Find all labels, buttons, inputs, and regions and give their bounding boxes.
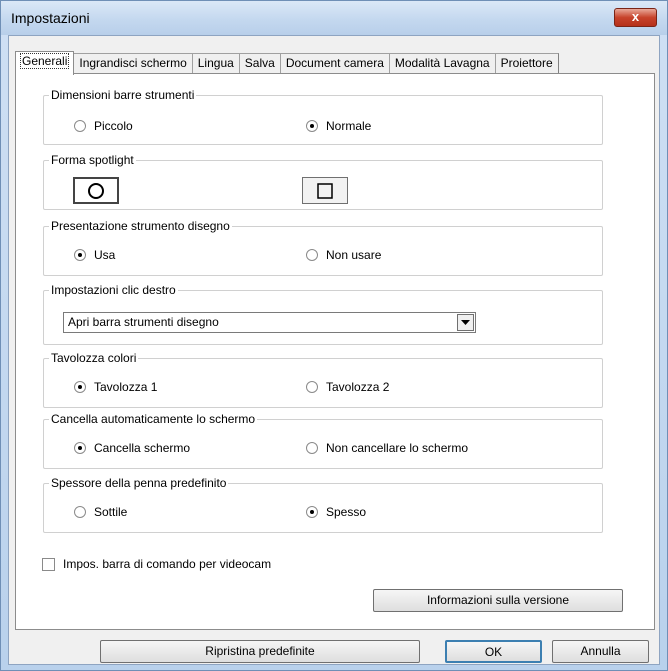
radio-label: Tavolozza 2 (326, 380, 390, 394)
checkbox-box (42, 557, 55, 571)
radio-cancella-schermo[interactable]: Cancella schermo (74, 441, 190, 455)
right-click-group: Impostazioni clic destro Apri barra stru… (43, 283, 603, 345)
settings-dialog: Impostazioni x Generali Ingrandisci sche… (0, 0, 668, 671)
radio-button (74, 120, 86, 132)
tab-document-camera[interactable]: Document camera (279, 53, 390, 74)
tab-ingrandisci-schermo[interactable]: Ingrandisci schermo (73, 53, 193, 74)
radio-label: Piccolo (94, 119, 133, 133)
spotlight-shape-group: Forma spotlight (43, 153, 603, 210)
close-icon: x (631, 9, 640, 24)
radio-button (306, 381, 318, 393)
tab-lingua[interactable]: Lingua (191, 53, 240, 74)
cancel-button[interactable]: Annulla (552, 640, 649, 663)
radio-label: Spesso (326, 505, 367, 519)
radio-label: Non usare (326, 248, 382, 262)
tab-generali[interactable]: Generali (15, 51, 75, 75)
radio-button-selected (74, 381, 86, 393)
radio-label: Normale (326, 119, 372, 133)
group-label: Dimensioni barre strumenti (49, 88, 197, 102)
webcam-toolbar-checkbox[interactable]: Impos. barra di comando per videocam (42, 557, 271, 571)
radio-tavolozza-1[interactable]: Tavolozza 1 (74, 380, 157, 394)
draw-tool-group: Presentazione strumento disegno Usa Non … (43, 219, 603, 276)
toolbar-size-group: Dimensioni barre strumenti Piccolo Norma… (43, 88, 603, 145)
version-info-button[interactable]: Informazioni sulla versione (373, 589, 623, 612)
radio-sottile[interactable]: Sottile (74, 505, 127, 519)
group-label: Forma spotlight (49, 153, 136, 167)
group-label: Tavolozza colori (49, 351, 139, 365)
radio-button-selected (306, 506, 318, 518)
checkbox-label: Impos. barra di comando per videocam (63, 557, 272, 571)
radio-button (306, 442, 318, 454)
radio-button-selected (306, 120, 318, 132)
radio-label: Sottile (94, 505, 128, 519)
group-label: Cancella automaticamente lo schermo (49, 412, 258, 426)
chevron-down-icon[interactable] (457, 314, 474, 331)
group-label: Impostazioni clic destro (49, 283, 178, 297)
spotlight-square-button[interactable] (302, 177, 348, 204)
pen-thickness-group: Spessore della penna predefinito Sottile… (43, 476, 603, 533)
spotlight-circle-button[interactable] (73, 177, 119, 204)
window-title: Impostazioni (11, 10, 90, 26)
radio-spesso[interactable]: Spesso (306, 505, 366, 519)
radio-non-cancellare[interactable]: Non cancellare lo schermo (306, 441, 468, 455)
radio-label: Usa (94, 248, 116, 262)
close-button[interactable]: x (614, 8, 657, 27)
radio-button (306, 249, 318, 261)
tab-modalita-lavagna[interactable]: Modalità Lavagna (388, 53, 496, 74)
dropdown-value: Apri barra strumenti disegno (68, 315, 219, 329)
radio-normale[interactable]: Normale (306, 119, 371, 133)
tab-proiettore[interactable]: Proiettore (494, 53, 559, 74)
circle-icon (88, 182, 104, 199)
radio-label: Cancella schermo (94, 441, 191, 455)
tab-strip: Generali Ingrandisci schermo Lingua Salv… (15, 51, 559, 75)
dialog-body: Generali Ingrandisci schermo Lingua Salv… (8, 35, 660, 665)
right-click-dropdown[interactable]: Apri barra strumenti disegno (63, 312, 476, 333)
radio-button (74, 506, 86, 518)
auto-clear-group: Cancella automaticamente lo schermo Canc… (43, 412, 603, 469)
radio-label: Non cancellare lo schermo (326, 441, 469, 455)
title-bar: Impostazioni x (1, 1, 667, 35)
radio-button-selected (74, 442, 86, 454)
ok-button[interactable]: OK (445, 640, 542, 663)
radio-label: Tavolozza 1 (94, 380, 158, 394)
radio-button-selected (74, 249, 86, 261)
palette-group: Tavolozza colori Tavolozza 1 Tavolozza 2 (43, 351, 603, 408)
group-label: Presentazione strumento disegno (49, 219, 232, 233)
radio-piccolo[interactable]: Piccolo (74, 119, 133, 133)
square-icon (317, 182, 333, 199)
tab-panel-generali: Dimensioni barre strumenti Piccolo Norma… (15, 73, 655, 630)
radio-tavolozza-2[interactable]: Tavolozza 2 (306, 380, 389, 394)
radio-non-usare[interactable]: Non usare (306, 248, 381, 262)
tab-salva[interactable]: Salva (238, 53, 281, 74)
restore-defaults-button[interactable]: Ripristina predefinite (100, 640, 420, 663)
radio-usa[interactable]: Usa (74, 248, 115, 262)
group-label: Spessore della penna predefinito (49, 476, 229, 490)
